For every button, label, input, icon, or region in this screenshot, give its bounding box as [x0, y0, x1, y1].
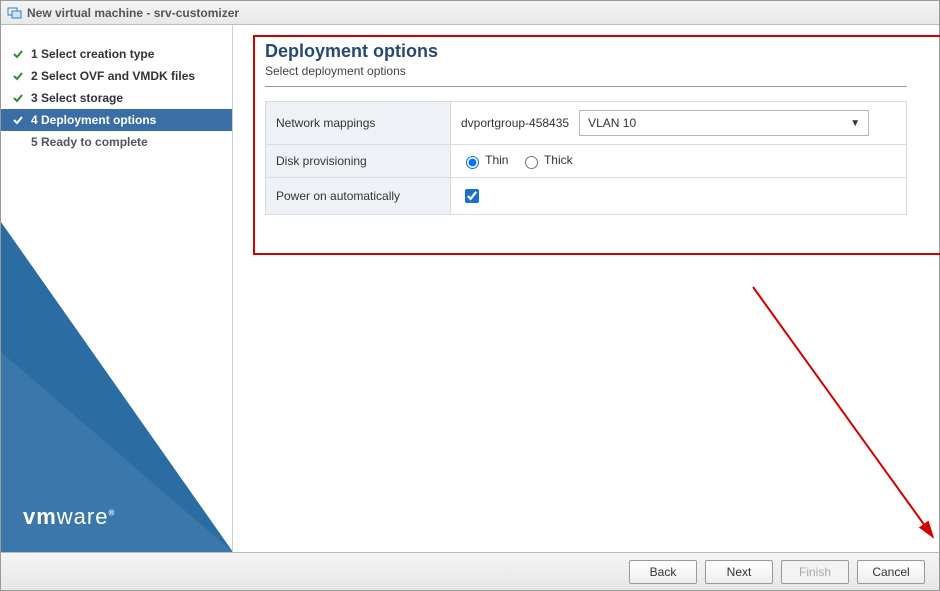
sidebar: 1 Select creation type 2 Select OVF and V… — [1, 25, 233, 552]
footer: Back Next Finish Cancel — [1, 552, 939, 590]
radio-thick[interactable] — [525, 156, 538, 169]
panel-divider — [265, 86, 907, 87]
wizard-step-3[interactable]: 3 Select storage — [1, 87, 232, 109]
label-power-on: Power on automatically — [266, 178, 451, 215]
cancel-button[interactable]: Cancel — [857, 560, 925, 584]
wizard-step-2[interactable]: 2 Select OVF and VMDK files — [1, 65, 232, 87]
window-title: New virtual machine - srv-customizer — [27, 6, 239, 20]
value-disk-provisioning: Thin Thick — [451, 145, 907, 178]
finish-button[interactable]: Finish — [781, 560, 849, 584]
wizard-step-label: 3 Select storage — [31, 91, 123, 105]
next-button[interactable]: Next — [705, 560, 773, 584]
network-dropdown-value: VLAN 10 — [588, 116, 636, 130]
wizard-step-1[interactable]: 1 Select creation type — [1, 43, 232, 65]
branding-area: vmware® — [1, 222, 232, 552]
wizard-body: 1 Select creation type 2 Select OVF and V… — [1, 25, 939, 552]
logo-vm: vm — [23, 504, 57, 529]
wizard-window: New virtual machine - srv-customizer 1 S… — [0, 0, 940, 591]
wizard-step-5[interactable]: 5 Ready to complete — [1, 131, 232, 153]
arrow-annotation — [743, 277, 940, 557]
panel-subtitle: Select deployment options — [265, 64, 907, 78]
logo-ware: ware — [57, 504, 109, 529]
value-power-on — [451, 178, 907, 215]
check-icon — [11, 91, 25, 105]
radio-thick-text: Thick — [544, 153, 573, 167]
row-network-mappings: Network mappings dvportgroup-458435 VLAN… — [266, 102, 907, 145]
row-power-on: Power on automatically — [266, 178, 907, 215]
wizard-step-label: 2 Select OVF and VMDK files — [31, 69, 195, 83]
back-button[interactable]: Back — [629, 560, 697, 584]
network-portgroup: dvportgroup-458435 — [461, 116, 569, 130]
check-icon — [11, 113, 25, 127]
wizard-steps: 1 Select creation type 2 Select OVF and V… — [1, 43, 232, 153]
wizard-step-label: 1 Select creation type — [31, 47, 154, 61]
checkbox-power-on[interactable] — [465, 189, 479, 203]
logo-reg: ® — [108, 509, 115, 518]
vm-icon — [7, 5, 23, 21]
value-network-mappings: dvportgroup-458435 VLAN 10 ▼ — [451, 102, 907, 145]
vmware-logo: vmware® — [23, 504, 115, 530]
wizard-step-label: 5 Ready to complete — [31, 135, 148, 149]
radio-thin-label[interactable]: Thin — [461, 153, 512, 167]
chevron-down-icon: ▼ — [850, 118, 860, 129]
radio-thin-text: Thin — [485, 153, 508, 167]
radio-thick-label[interactable]: Thick — [520, 153, 573, 167]
titlebar: New virtual machine - srv-customizer — [1, 1, 939, 25]
wizard-step-label: 4 Deployment options — [31, 113, 156, 127]
check-icon — [11, 69, 25, 83]
options-table: Network mappings dvportgroup-458435 VLAN… — [265, 101, 907, 215]
label-network-mappings: Network mappings — [266, 102, 451, 145]
check-icon — [11, 47, 25, 61]
wizard-step-4[interactable]: 4 Deployment options — [1, 109, 232, 131]
label-disk-provisioning: Disk provisioning — [266, 145, 451, 178]
content-area: Deployment options Select deployment opt… — [233, 25, 939, 552]
panel-heading: Deployment options — [265, 41, 907, 62]
radio-thin[interactable] — [466, 156, 479, 169]
row-disk-provisioning: Disk provisioning Thin Thick — [266, 145, 907, 178]
deployment-panel: Deployment options Select deployment opt… — [257, 37, 915, 215]
network-dropdown[interactable]: VLAN 10 ▼ — [579, 110, 869, 136]
